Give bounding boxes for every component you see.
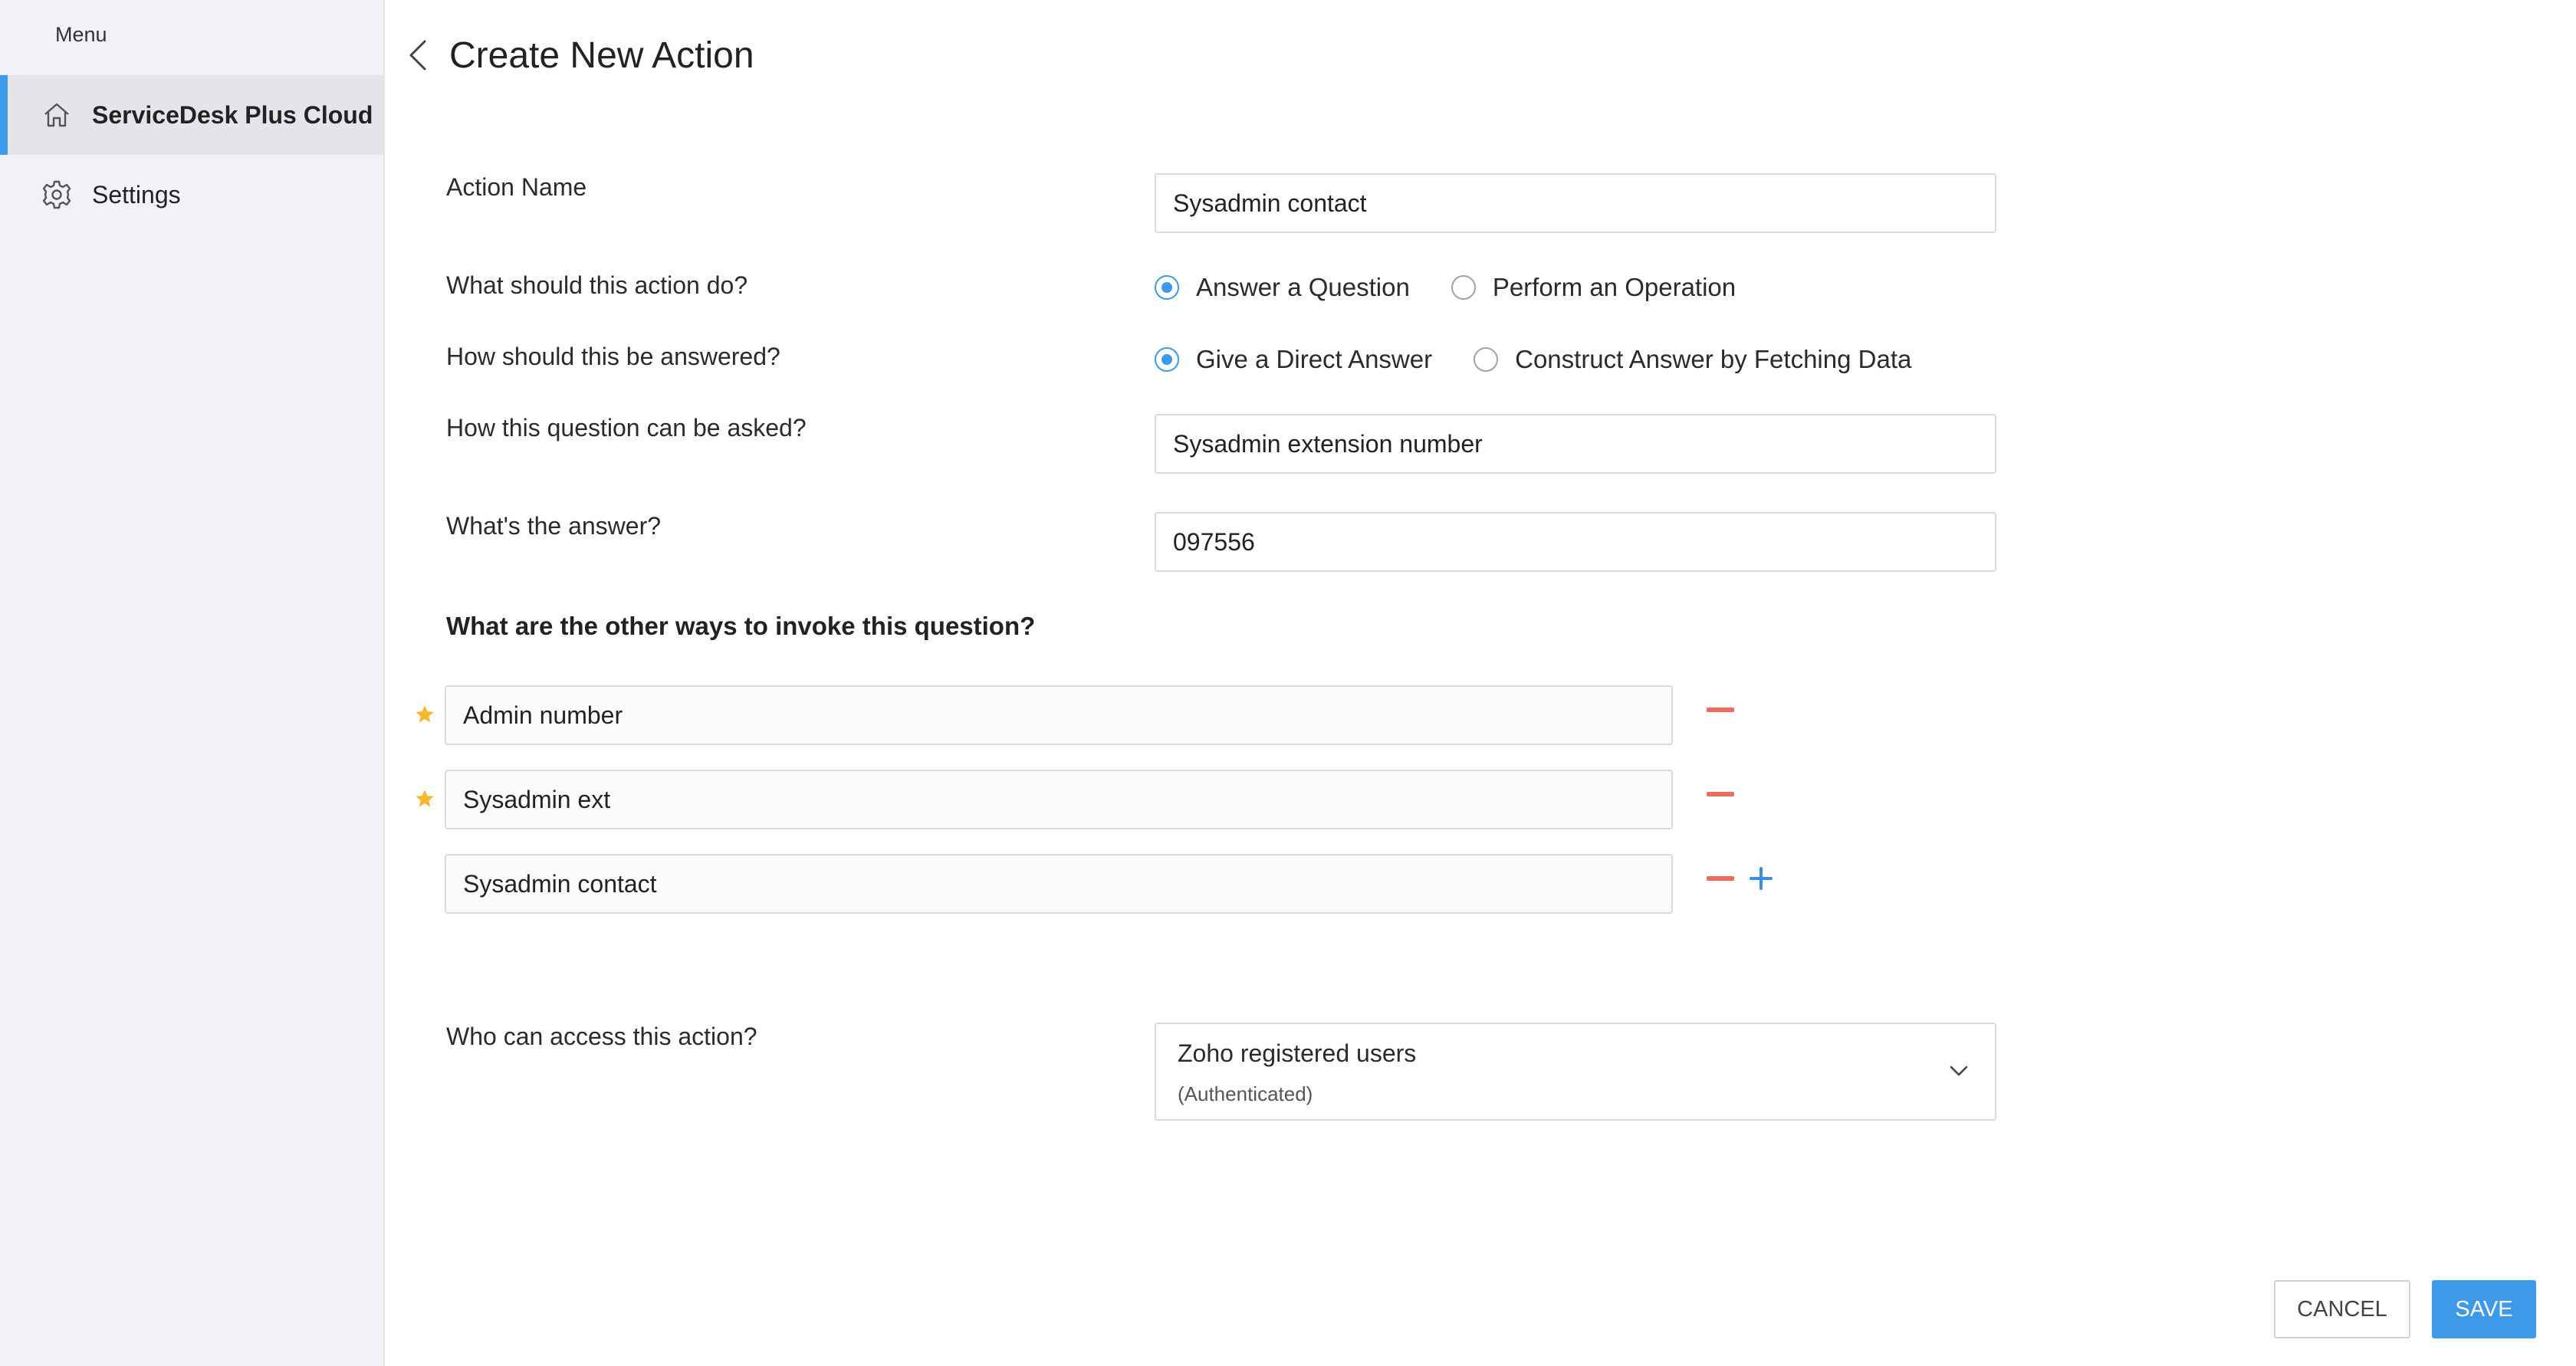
other-ways-title: What are the other ways to invoke this q… xyxy=(446,612,1036,640)
access-select[interactable]: Zoho registered users (Authenticated) xyxy=(1155,1023,1996,1121)
action-name-input[interactable] xyxy=(1155,173,1996,233)
question-label: How this question can be asked? xyxy=(446,414,807,442)
radio-label: Construct Answer by Fetching Data xyxy=(1515,345,1912,373)
radio-construct-answer[interactable]: Construct Answer by Fetching Data xyxy=(1474,345,1911,374)
action-type-label: What should this action do? xyxy=(446,271,748,299)
chevron-left-icon[interactable] xyxy=(406,34,437,77)
radio-label: Perform an Operation xyxy=(1492,273,1737,301)
sidebar-item-label: Settings xyxy=(92,180,181,209)
alt-question-input[interactable] xyxy=(445,854,1673,914)
minus-icon[interactable] xyxy=(1707,876,1734,881)
page-title: Create New Action xyxy=(406,34,754,77)
minus-icon[interactable] xyxy=(1707,792,1734,796)
sidebar-item-label: ServiceDesk Plus Cloud xyxy=(92,100,373,129)
radio-label: Give a Direct Answer xyxy=(1196,345,1433,373)
gear-icon xyxy=(40,178,74,212)
radio-direct-answer[interactable]: Give a Direct Answer xyxy=(1155,345,1432,374)
answer-type-label: How should this be answered? xyxy=(446,343,780,370)
radio-button[interactable] xyxy=(1474,347,1499,372)
access-selected-sub: (Authenticated) xyxy=(1178,1082,1313,1105)
save-button[interactable]: SAVE xyxy=(2432,1280,2536,1338)
question-input[interactable] xyxy=(1155,414,1996,474)
answer-type-radio-group: Give a Direct Answer Construct Answer by… xyxy=(1155,345,1953,374)
star-icon xyxy=(416,705,434,723)
home-icon xyxy=(40,98,74,132)
sidebar: Menu ServiceDesk Plus Cloud Settings xyxy=(0,0,385,1366)
radio-perform-operation[interactable]: Perform an Operation xyxy=(1451,273,1736,302)
page-title-text: Create New Action xyxy=(449,34,754,76)
radio-button-checked[interactable] xyxy=(1155,275,1179,300)
answer-label: What's the answer? xyxy=(446,512,662,540)
answer-input[interactable] xyxy=(1155,512,1996,572)
action-type-radio-group: Answer a Question Perform an Operation xyxy=(1155,273,1777,302)
alt-question-input[interactable] xyxy=(445,770,1673,829)
menu-label: Menu xyxy=(55,23,107,46)
access-label: Who can access this action? xyxy=(446,1023,757,1050)
radio-answer-question[interactable]: Answer a Question xyxy=(1155,273,1410,302)
alt-question-input[interactable] xyxy=(445,685,1673,745)
plus-icon[interactable] xyxy=(1748,865,1774,892)
star-icon xyxy=(416,790,434,807)
sidebar-item-servicedesk[interactable]: ServiceDesk Plus Cloud xyxy=(0,75,383,155)
radio-button[interactable] xyxy=(1451,275,1476,300)
radio-label: Answer a Question xyxy=(1196,273,1410,301)
chevron-down-icon xyxy=(1950,1066,1968,1076)
radio-button-checked[interactable] xyxy=(1155,347,1179,372)
minus-icon[interactable] xyxy=(1707,708,1734,712)
access-selected-value: Zoho registered users xyxy=(1178,1039,1417,1067)
sidebar-item-settings[interactable]: Settings xyxy=(0,155,383,235)
cancel-button[interactable]: CANCEL xyxy=(2274,1280,2410,1338)
action-name-label: Action Name xyxy=(446,173,587,201)
